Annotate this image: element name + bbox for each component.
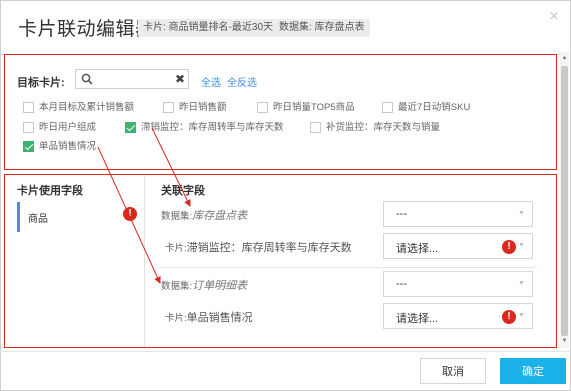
- row-prefix: 数据集:: [161, 211, 193, 222]
- card-option-label: 补货监控：库存天数与销量: [326, 122, 441, 133]
- related-fields-title: 关联字段: [161, 185, 205, 197]
- select-value: 请选择...: [396, 313, 439, 325]
- row-name: 单品销售情况: [186, 312, 253, 324]
- select-value: ---: [396, 208, 407, 220]
- row-prefix: 卡片:: [165, 243, 187, 254]
- related-field-select-single-product[interactable]: 请选择... ! ▼: [383, 303, 533, 329]
- row-divider: [159, 267, 537, 268]
- row-name: 滞销监控：库存周转率与库存天数: [186, 242, 352, 254]
- field-mapping-panel: 卡片使用字段 商品 ! 关联字段 数据集:库存盘点表 --- ▼ 卡片:滞销监控…: [4, 174, 557, 348]
- card-row-slow-moving: 卡片:滞销监控：库存周转率与库存天数: [165, 239, 352, 255]
- select-all-link[interactable]: 全选: [201, 74, 221, 89]
- scroll-down-icon[interactable]: ▼: [561, 338, 568, 346]
- search-icon: [81, 73, 93, 85]
- target-card-panel: 目标卡片: ✖ 全选 全反选 本月目标及累计销售额 昨日销售额 昨日销量TOP5…: [4, 54, 557, 170]
- card-option-label: 昨日销量TOP5商品: [273, 102, 355, 113]
- card-option-label: 昨日用户组成: [39, 122, 97, 133]
- row-name: 库存盘点表: [192, 210, 248, 222]
- related-field-select-slow-moving[interactable]: 请选择... ! ▼: [383, 233, 533, 259]
- card-tag: 卡片: 商品销量排名-最近30天: [138, 19, 279, 37]
- chevron-down-icon: ▼: [518, 280, 525, 287]
- related-field-select-orders[interactable]: --- ▼: [383, 271, 533, 297]
- confirm-button[interactable]: 确定: [500, 358, 566, 384]
- card-fields-column: 卡片使用字段 商品 !: [5, 175, 145, 347]
- checkbox[interactable]: [23, 122, 34, 133]
- invert-selection-link[interactable]: 全反选: [227, 74, 257, 89]
- checkbox[interactable]: [310, 122, 321, 133]
- row-prefix: 卡片:: [165, 313, 187, 324]
- close-icon[interactable]: ×: [546, 8, 562, 26]
- scroll-up-icon[interactable]: ▲: [561, 55, 568, 63]
- card-search-input[interactable]: [96, 71, 170, 87]
- row-name: 订单明细表: [192, 280, 248, 292]
- footer-divider: [0, 351, 571, 352]
- dataset-row-inventory: 数据集:库存盘点表: [161, 207, 247, 223]
- card-option-label: 单品销售情况: [39, 141, 97, 152]
- clear-icon[interactable]: ✖: [174, 71, 186, 87]
- checkbox[interactable]: [257, 102, 268, 113]
- error-icon: !: [502, 310, 516, 324]
- row-prefix: 数据集:: [161, 281, 193, 292]
- card-fields-title: 卡片使用字段: [17, 185, 83, 197]
- card-option-label: 昨日销售额: [179, 102, 227, 113]
- card-option-label: 最近7日动销SKU: [398, 102, 471, 113]
- chevron-down-icon: ▼: [518, 242, 525, 249]
- dataset-row-orders: 数据集:订单明细表: [161, 277, 247, 293]
- dialog-title: 卡片联动编辑器: [18, 19, 155, 40]
- checkbox-checked[interactable]: [125, 122, 136, 133]
- related-field-select-inventory[interactable]: --- ▼: [383, 201, 533, 227]
- dataset-tag: 数据集: 库存盘点表: [274, 19, 370, 37]
- cancel-button[interactable]: 取消: [420, 358, 486, 384]
- checkbox-checked[interactable]: [23, 141, 34, 152]
- checkbox[interactable]: [163, 102, 174, 113]
- card-row-single-product: 卡片:单品销售情况: [165, 309, 253, 325]
- select-value: 请选择...: [396, 243, 439, 255]
- field-item-label: 商品: [28, 214, 48, 225]
- error-icon: !: [502, 240, 516, 254]
- checkbox[interactable]: [23, 102, 34, 113]
- card-search-box[interactable]: ✖: [75, 69, 189, 89]
- target-card-label: 目标卡片:: [17, 77, 65, 89]
- scrollbar-thumb[interactable]: [561, 66, 568, 336]
- chevron-down-icon: ▼: [518, 312, 525, 319]
- error-icon: !: [123, 207, 137, 221]
- dialog-header: 卡片联动编辑器 卡片: 商品销量排名-最近30天 数据集: 库存盘点表 ×: [0, 0, 571, 50]
- checkbox[interactable]: [382, 102, 393, 113]
- select-value: ---: [396, 278, 407, 290]
- card-option-label: 滞销监控：库存周转率与库存天数: [141, 122, 284, 133]
- card-option-label: 本月目标及累计销售额: [39, 102, 135, 113]
- chevron-down-icon: ▼: [518, 210, 525, 217]
